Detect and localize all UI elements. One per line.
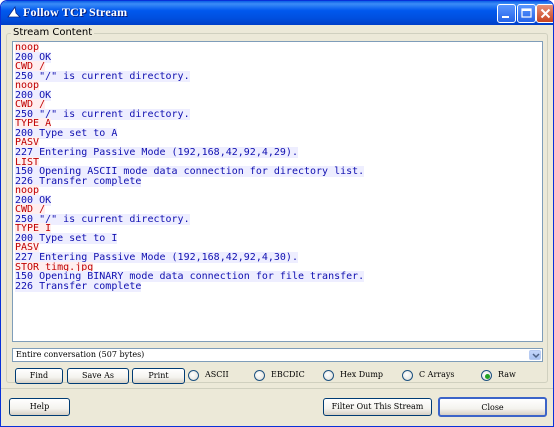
find-button[interactable]: Find — [15, 368, 63, 384]
help-button-label: Help — [29, 402, 50, 411]
line-text: 226 Transfer complete — [15, 280, 142, 292]
server-line: 227 Entering Passive Mode (192,168,42,92… — [15, 147, 540, 159]
format-radio-label: C Arrays — [419, 370, 455, 379]
maximize-icon — [521, 8, 532, 18]
radio-circle — [188, 370, 199, 381]
close-window-button[interactable] — [536, 4, 553, 23]
server-line: 200 Type set to I — [15, 232, 540, 244]
print-button[interactable]: Print — [132, 368, 185, 384]
minimize-button[interactable] — [497, 4, 516, 23]
line-text: 227 Entering Passive Mode (192,168,42,92… — [15, 147, 298, 159]
format-radio-hex-dump[interactable]: Hex Dump — [323, 369, 393, 382]
maximize-button[interactable] — [517, 4, 536, 23]
server-line: 250 "/" is current directory. — [15, 70, 540, 82]
filter-out-stream-button[interactable]: Filter Out This Stream — [323, 398, 432, 416]
format-radio-ebcdic[interactable]: EBCDIC — [254, 369, 314, 382]
close-button-label: Close — [481, 403, 504, 412]
conversation-select[interactable]: Entire conversation (507 bytes) — [12, 348, 543, 362]
client-line: noop — [15, 80, 540, 92]
server-line: 200 Type set to A — [15, 127, 540, 139]
line-text: 250 "/" is current directory. — [15, 70, 190, 82]
close-button[interactable]: Close — [438, 397, 547, 417]
filter-out-stream-button-label: Filter Out This Stream — [331, 402, 424, 411]
radio-circle — [323, 370, 334, 381]
shark-fin-icon — [7, 5, 21, 18]
client-line: noop — [15, 185, 540, 197]
footer-separator — [1, 388, 553, 389]
format-radio-label: EBCDIC — [271, 370, 305, 379]
chevron-down-icon — [532, 353, 540, 359]
conversation-dropdown-button[interactable] — [529, 350, 541, 360]
close-icon — [540, 8, 551, 19]
print-button-label: Print — [148, 371, 169, 380]
radio-circle — [254, 370, 265, 381]
conversation-select-value: Entire conversation (507 bytes) — [16, 350, 145, 359]
help-button[interactable]: Help — [9, 398, 70, 416]
find-button-label: Find — [29, 371, 49, 380]
minimize-icon — [502, 16, 509, 18]
client-line: noop — [15, 42, 540, 53]
format-radio-c-arrays[interactable]: C Arrays — [402, 369, 472, 382]
title-bar[interactable]: Follow TCP Stream — [1, 1, 553, 25]
server-line: 250 "/" is current directory. — [15, 213, 540, 225]
format-radio-ascii[interactable]: ASCII — [188, 369, 248, 382]
follow-tcp-stream-window: Follow TCP Stream Stream Content noop 200… — [0, 0, 554, 427]
format-radio-label: Hex Dump — [340, 370, 384, 379]
radio-circle — [402, 370, 413, 381]
server-line: 200 OK — [15, 194, 540, 206]
format-radio-raw[interactable]: Raw — [481, 369, 531, 382]
save-as-button[interactable]: Save As — [67, 368, 129, 384]
save-as-button-label: Save As — [82, 371, 114, 380]
server-line: 250 "/" is current directory. — [15, 108, 540, 120]
server-line: 200 OK — [15, 51, 540, 63]
format-radio-label: Raw — [498, 370, 516, 379]
server-line: 226 Transfer complete — [15, 280, 540, 292]
format-radio-label: ASCII — [205, 370, 229, 379]
server-line: 226 Transfer complete — [15, 175, 540, 187]
stream-content-text[interactable]: noop 200 OK CWD /250 "/" is current direct… — [12, 41, 543, 342]
radio-selected-dot — [485, 374, 490, 379]
radio-circle — [481, 370, 492, 381]
server-line: 200 OK — [15, 89, 540, 101]
server-line: 227 Entering Passive Mode (192,168,42,92… — [15, 252, 540, 264]
window-title: Follow TCP Stream — [23, 5, 128, 19]
stream-content-label: Stream Content — [11, 27, 95, 38]
